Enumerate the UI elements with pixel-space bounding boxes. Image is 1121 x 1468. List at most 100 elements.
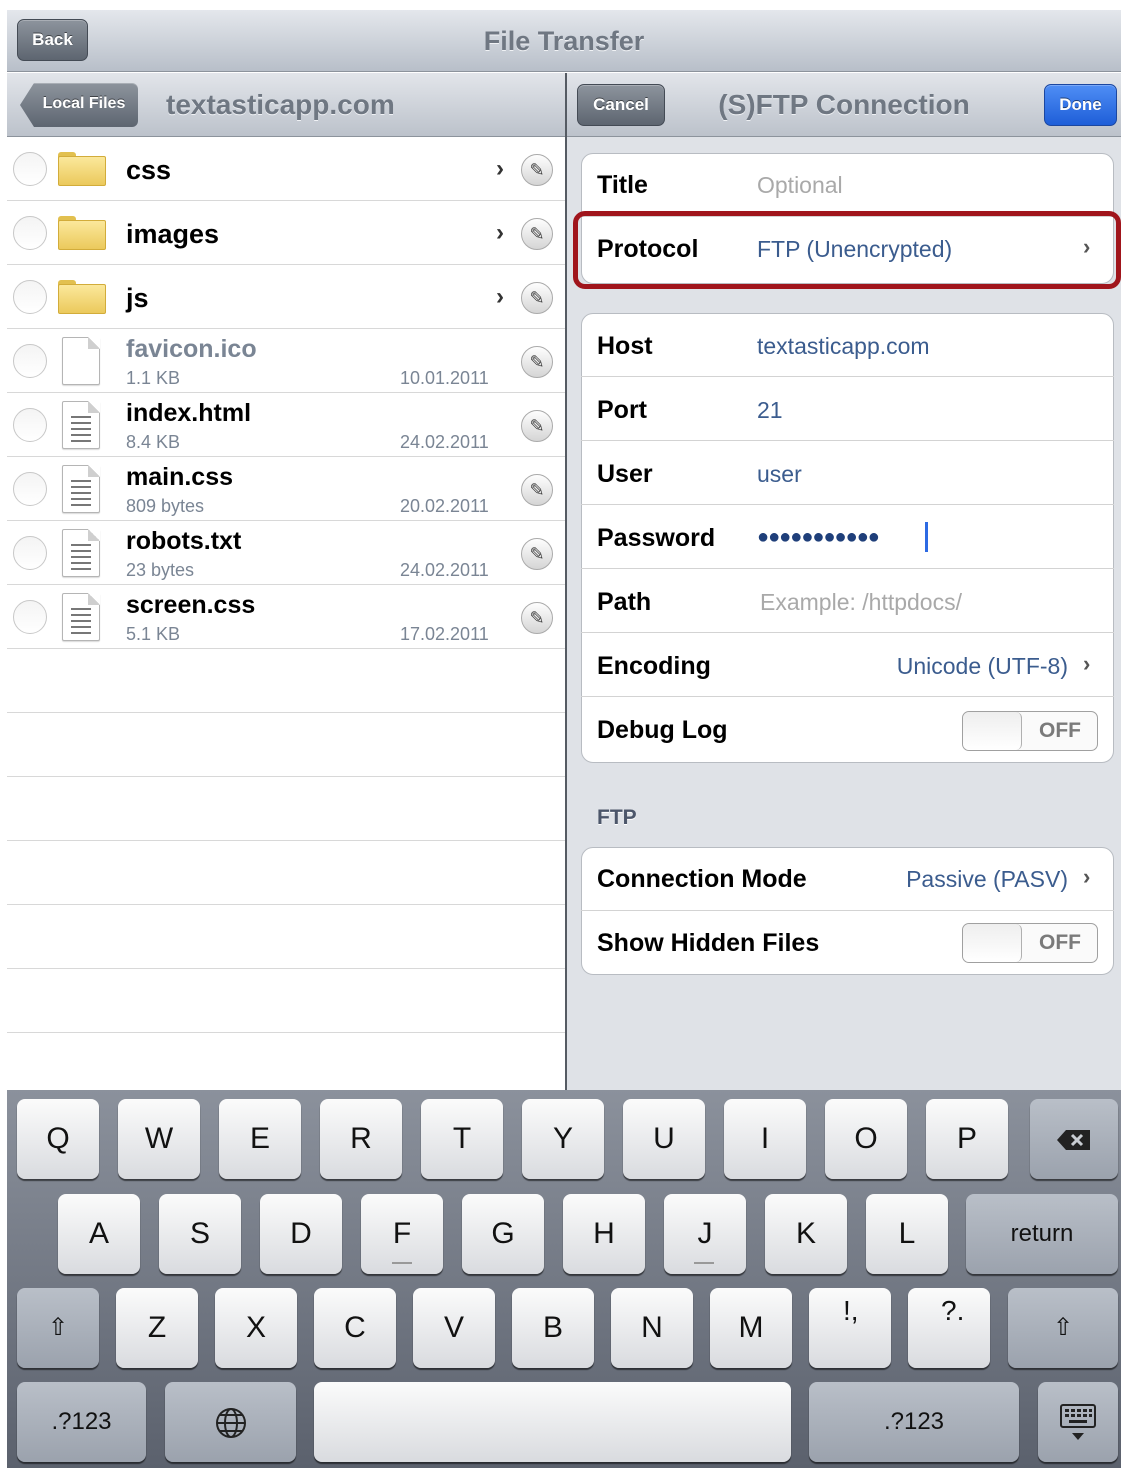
key-u[interactable]: U xyxy=(623,1099,705,1179)
key-question-period[interactable]: ?. xyxy=(908,1288,990,1368)
done-button[interactable]: Done xyxy=(1044,84,1117,126)
numbers-key[interactable]: .?123 xyxy=(17,1382,146,1462)
host-input[interactable]: textasticapp.com xyxy=(757,333,930,360)
key-g[interactable]: G xyxy=(462,1194,544,1274)
pencil-icon[interactable]: ✎ xyxy=(521,218,553,250)
text-cursor xyxy=(925,522,928,552)
key-q[interactable]: Q xyxy=(17,1099,99,1179)
user-cell[interactable] xyxy=(581,441,1114,505)
title-cell[interactable] xyxy=(581,153,1114,217)
show-hidden-files-toggle[interactable]: OFF xyxy=(962,923,1098,963)
encoding-value[interactable]: Unicode (UTF-8) xyxy=(850,653,1068,680)
select-radio[interactable] xyxy=(13,216,47,250)
empty-row xyxy=(7,905,565,969)
key-h[interactable]: H xyxy=(563,1194,645,1274)
local-files-button[interactable]: Local Files xyxy=(20,83,138,127)
title-input[interactable]: Optional xyxy=(757,172,843,199)
pencil-icon[interactable]: ✎ xyxy=(521,474,553,506)
numbers-key-right[interactable]: .?123 xyxy=(809,1382,1019,1462)
pencil-icon[interactable]: ✎ xyxy=(521,410,553,442)
select-radio[interactable] xyxy=(13,280,47,314)
password-input[interactable]: ●●●●●●●●●●● xyxy=(757,526,880,549)
empty-row xyxy=(7,713,565,777)
debug-log-label: Debug Log xyxy=(597,716,728,744)
select-radio[interactable] xyxy=(13,152,47,186)
key-x[interactable]: X xyxy=(215,1288,297,1368)
key-r[interactable]: R xyxy=(320,1099,402,1179)
select-radio[interactable] xyxy=(13,344,47,378)
encoding-label: Encoding xyxy=(597,652,711,680)
key-w[interactable]: W xyxy=(118,1099,200,1179)
select-radio[interactable] xyxy=(13,472,47,506)
space-key[interactable] xyxy=(314,1382,791,1462)
key-s[interactable]: S xyxy=(159,1194,241,1274)
path-input[interactable]: Example: /httpdocs/ xyxy=(760,589,962,616)
key-y[interactable]: Y xyxy=(522,1099,604,1179)
key-z[interactable]: Z xyxy=(116,1288,198,1368)
globe-key[interactable] xyxy=(165,1382,296,1462)
key-m[interactable]: M xyxy=(710,1288,792,1368)
file-size: 8.4 KB xyxy=(126,432,181,452)
key-exclaim-comma[interactable]: !, xyxy=(809,1288,891,1368)
pencil-icon[interactable]: ✎ xyxy=(521,282,553,314)
file-name: favicon.ico xyxy=(126,335,257,363)
blank-file-icon xyxy=(62,337,100,385)
chevron-right-icon: › xyxy=(496,219,504,246)
cancel-button[interactable]: Cancel xyxy=(577,84,665,126)
user-label: User xyxy=(597,460,653,488)
folder-icon xyxy=(58,152,106,186)
back-button[interactable]: Back xyxy=(17,19,88,61)
empty-row xyxy=(7,969,565,1033)
select-radio[interactable] xyxy=(13,600,47,634)
empty-row xyxy=(7,649,565,713)
key-l[interactable]: L xyxy=(866,1194,948,1274)
key-e[interactable]: E xyxy=(219,1099,301,1179)
pencil-icon[interactable]: ✎ xyxy=(521,346,553,378)
key-n[interactable]: N xyxy=(611,1288,693,1368)
password-label: Password xyxy=(597,524,716,552)
connection-mode-label: Connection Mode xyxy=(597,865,807,893)
chevron-right-icon: › xyxy=(496,155,504,182)
left-pane-title: textasticapp.com xyxy=(166,89,395,120)
key-d[interactable]: D xyxy=(260,1194,342,1274)
debug-log-toggle[interactable]: OFF xyxy=(962,711,1098,751)
chevron-right-icon: › xyxy=(1083,651,1091,676)
file-name: robots.txt xyxy=(126,527,242,555)
pencil-icon[interactable]: ✎ xyxy=(521,538,553,570)
ftp-section-header: FTP xyxy=(597,806,637,829)
chevron-right-icon: › xyxy=(496,283,504,310)
user-input[interactable]: user xyxy=(757,461,802,488)
key-o[interactable]: O xyxy=(825,1099,907,1179)
protocol-highlight-box xyxy=(573,211,1121,289)
file-size: 23 bytes xyxy=(126,560,195,580)
key-c[interactable]: C xyxy=(314,1288,396,1368)
folder-name: css xyxy=(126,155,172,185)
pencil-icon[interactable]: ✎ xyxy=(521,602,553,634)
key-exclaim-comma-label: !, xyxy=(843,1295,859,1326)
top-navigation-bar: File Transfer xyxy=(7,10,1121,72)
port-cell[interactable] xyxy=(581,377,1114,441)
hide-keyboard-key[interactable] xyxy=(1038,1382,1118,1462)
key-i[interactable]: I xyxy=(724,1099,806,1179)
folder-name: images xyxy=(126,219,220,249)
key-t[interactable]: T xyxy=(421,1099,503,1179)
connection-mode-value[interactable]: Passive (PASV) xyxy=(850,866,1068,893)
file-size: 1.1 KB xyxy=(126,368,181,388)
app-title: File Transfer xyxy=(483,26,645,56)
select-radio[interactable] xyxy=(13,536,47,570)
backspace-key[interactable] xyxy=(1030,1099,1118,1179)
shift-key-right[interactable]: ⇧ xyxy=(1008,1288,1118,1368)
key-a[interactable]: A xyxy=(58,1194,140,1274)
key-v[interactable]: V xyxy=(413,1288,495,1368)
port-input[interactable]: 21 xyxy=(757,397,783,424)
shift-key[interactable]: ⇧ xyxy=(17,1288,99,1368)
text-file-icon xyxy=(62,593,100,641)
j-key-bump xyxy=(694,1262,714,1264)
pencil-icon[interactable]: ✎ xyxy=(521,154,553,186)
return-key[interactable]: return xyxy=(966,1194,1118,1274)
key-b[interactable]: B xyxy=(512,1288,594,1368)
key-k[interactable]: K xyxy=(765,1194,847,1274)
key-p[interactable]: P xyxy=(926,1099,1008,1179)
path-label: Path xyxy=(597,588,652,616)
select-radio[interactable] xyxy=(13,408,47,442)
